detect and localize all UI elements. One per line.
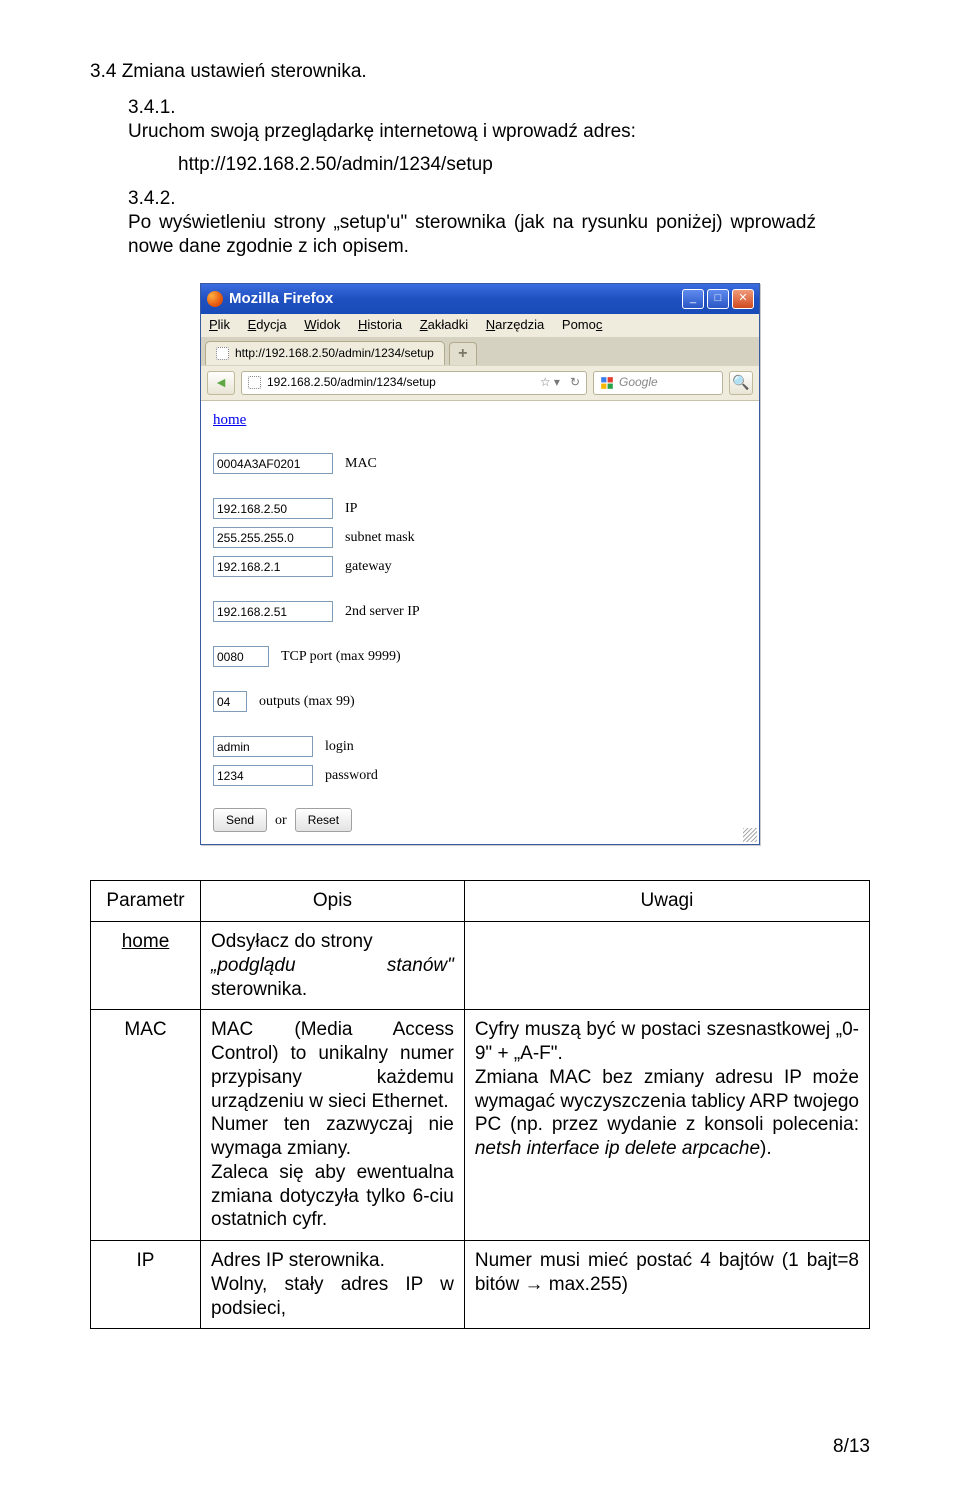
step-1: 3.4.1. Uruchom swoją przeglądarkę intern…	[128, 96, 870, 144]
table-row: MAC MAC (Media Access Control) to unikal…	[91, 1010, 870, 1241]
table-row: IP Adres IP sterownika. Wolny, stały adr…	[91, 1241, 870, 1329]
new-tab-button[interactable]: +	[449, 342, 477, 365]
minimize-button[interactable]: _	[682, 289, 704, 309]
param-desc: Adres IP sterownika. Wolny, stały adres …	[201, 1241, 465, 1329]
ip-label: IP	[345, 500, 357, 518]
close-button[interactable]: ✕	[732, 289, 754, 309]
address-bar-row: ◄ 192.168.2.50/admin/1234/setup ☆ ▾ ↻ Go…	[201, 365, 759, 400]
port-input[interactable]	[213, 646, 269, 667]
step-1-url: http://192.168.2.50/admin/1234/setup	[178, 153, 870, 177]
mac-label: MAC	[345, 455, 377, 473]
params-table: Parametr Opis Uwagi home Odsyłacz do str…	[90, 880, 870, 1329]
ip-input[interactable]	[213, 498, 333, 519]
step-text: Po wyświetleniu strony „setup'u" sterown…	[128, 211, 816, 259]
page-number: 8/13	[833, 1435, 870, 1459]
bookmark-icon[interactable]: ☆ ▾	[540, 375, 560, 390]
step-number: 3.4.2.	[128, 187, 178, 211]
section-title: 3.4 Zmiana ustawień sterownika.	[90, 60, 870, 84]
col-opis: Opis	[201, 881, 465, 922]
url-input[interactable]: 192.168.2.50/admin/1234/setup ☆ ▾ ↻	[241, 371, 587, 395]
google-icon	[600, 376, 614, 390]
mac-input[interactable]	[213, 453, 333, 474]
step-number: 3.4.1.	[128, 96, 178, 120]
mask-row: subnet mask	[213, 527, 747, 548]
table-row: home Odsyłacz do strony „podglądu stanów…	[91, 922, 870, 1010]
gateway-label: gateway	[345, 558, 392, 576]
buttons-row: Send or Reset	[213, 808, 747, 832]
param-desc: MAC (Media Access Control) to unikalny n…	[201, 1010, 465, 1241]
back-button[interactable]: ◄	[207, 371, 235, 395]
url-text: 192.168.2.50/admin/1234/setup	[267, 375, 436, 390]
browser-tab[interactable]: http://192.168.2.50/admin/1234/setup	[205, 341, 445, 365]
port-label: TCP port (max 9999)	[281, 648, 401, 666]
resize-grip-icon	[743, 828, 757, 842]
param-name: IP	[91, 1241, 201, 1329]
param-name: MAC	[91, 1010, 201, 1241]
param-name: home	[91, 922, 201, 1010]
home-link[interactable]: home	[213, 412, 246, 428]
menu-history[interactable]: Historia	[358, 317, 402, 332]
mask-label: subnet mask	[345, 529, 415, 547]
menu-tools[interactable]: Narzędzia	[486, 317, 545, 332]
page-content: home MAC IP subnet mask gateway 2nd serv…	[201, 400, 759, 845]
maximize-button[interactable]: □	[707, 289, 729, 309]
menu-edit[interactable]: Edycja	[248, 317, 287, 332]
mask-input[interactable]	[213, 527, 333, 548]
send-button[interactable]: Send	[213, 808, 267, 832]
window-title: Mozilla Firefox	[229, 290, 333, 309]
search-input[interactable]: Google	[593, 371, 723, 395]
firefox-icon	[207, 291, 223, 307]
gw-row: gateway	[213, 556, 747, 577]
outputs-input[interactable]	[213, 691, 247, 712]
gateway-input[interactable]	[213, 556, 333, 577]
browser-window: Mozilla Firefox _ □ ✕ Plik Edycja Widok …	[200, 283, 760, 845]
outputs-label: outputs (max 99)	[259, 693, 355, 711]
favicon-icon	[248, 376, 261, 389]
menu-bookmarks[interactable]: Zakładki	[420, 317, 468, 332]
menu-bar: Plik Edycja Widok Historia Zakładki Narz…	[201, 314, 759, 336]
mac-row: MAC	[213, 453, 747, 474]
password-label: password	[325, 767, 378, 785]
favicon-icon	[216, 347, 229, 360]
tab-bar: http://192.168.2.50/admin/1234/setup +	[201, 337, 759, 365]
step-2: 3.4.2. Po wyświetleniu strony „setup'u" …	[128, 187, 870, 258]
table-header-row: Parametr Opis Uwagi	[91, 881, 870, 922]
param-desc: Odsyłacz do strony „podglądu stanów" ste…	[201, 922, 465, 1010]
window-buttons: _ □ ✕	[682, 289, 754, 309]
menu-view[interactable]: Widok	[304, 317, 340, 332]
titlebar: Mozilla Firefox _ □ ✕	[201, 284, 759, 314]
port-row: TCP port (max 9999)	[213, 646, 747, 667]
or-label: or	[275, 812, 287, 830]
login-input[interactable]	[213, 736, 313, 757]
outputs-row: outputs (max 99)	[213, 691, 747, 712]
ip-row: IP	[213, 498, 747, 519]
server-ip-row: 2nd server IP	[213, 601, 747, 622]
reset-button[interactable]: Reset	[295, 808, 352, 832]
tab-label: http://192.168.2.50/admin/1234/setup	[235, 346, 434, 361]
search-button[interactable]: 🔍	[729, 371, 753, 395]
server-ip-input[interactable]	[213, 601, 333, 622]
menu-file[interactable]: Plik	[209, 317, 230, 332]
search-placeholder: Google	[619, 375, 658, 390]
password-input[interactable]	[213, 765, 313, 786]
server-ip-label: 2nd server IP	[345, 603, 420, 621]
login-label: login	[325, 738, 354, 756]
reload-icon[interactable]: ↻	[570, 375, 580, 390]
password-row: password	[213, 765, 747, 786]
col-uwagi: Uwagi	[464, 881, 869, 922]
param-note: Cyfry muszą być w postaci szesnastkowej …	[464, 1010, 869, 1241]
col-parametr: Parametr	[91, 881, 201, 922]
param-note: Numer musi mieć postać 4 bajtów (1 bajt=…	[464, 1241, 869, 1329]
login-row: login	[213, 736, 747, 757]
param-note	[464, 922, 869, 1010]
menu-help[interactable]: Pomoc	[562, 317, 602, 332]
step-text: Uruchom swoją przeglądarkę internetową i…	[128, 120, 816, 144]
